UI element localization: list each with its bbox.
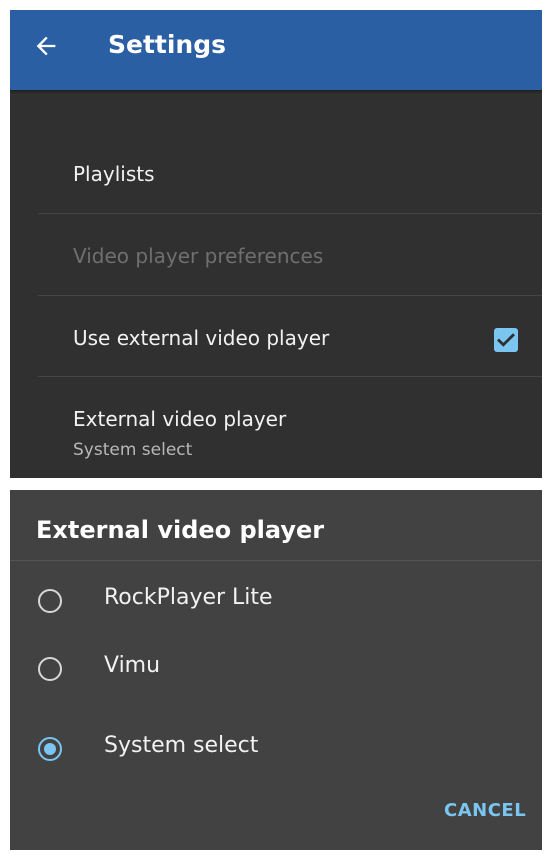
settings-item-summary: System select xyxy=(73,440,193,460)
divider xyxy=(38,376,542,377)
settings-category-video-player-preferences: Video player preferences xyxy=(73,244,324,268)
settings-item-external-video-player[interactable]: External video player xyxy=(73,407,286,431)
dialog-title: External video player xyxy=(36,516,325,544)
divider xyxy=(38,213,542,214)
app-bar-shadow xyxy=(10,90,542,94)
settings-screen: Settings Playlists Video player preferen… xyxy=(10,10,542,478)
cancel-button[interactable]: CANCEL xyxy=(444,800,526,821)
dialog-divider xyxy=(10,560,542,561)
settings-item-playlists[interactable]: Playlists xyxy=(73,162,155,186)
radio-rockplayer-lite[interactable] xyxy=(38,589,62,613)
back-arrow-icon[interactable] xyxy=(32,32,60,60)
radio-system-select[interactable] xyxy=(38,737,62,761)
option-label-system-select[interactable]: System select xyxy=(104,733,258,758)
divider xyxy=(38,295,542,296)
checkmark-icon xyxy=(497,333,515,347)
app-bar: Settings xyxy=(10,10,542,90)
option-label-rockplayer-lite[interactable]: RockPlayer Lite xyxy=(104,585,273,610)
settings-item-use-external-video-player[interactable]: Use external video player xyxy=(73,326,329,350)
external-player-checkbox[interactable] xyxy=(494,328,518,352)
radio-vimu[interactable] xyxy=(38,657,62,681)
page-title: Settings xyxy=(108,30,227,59)
external-player-dialog: External video player RockPlayer Lite Vi… xyxy=(10,490,542,850)
option-label-vimu[interactable]: Vimu xyxy=(104,653,160,678)
